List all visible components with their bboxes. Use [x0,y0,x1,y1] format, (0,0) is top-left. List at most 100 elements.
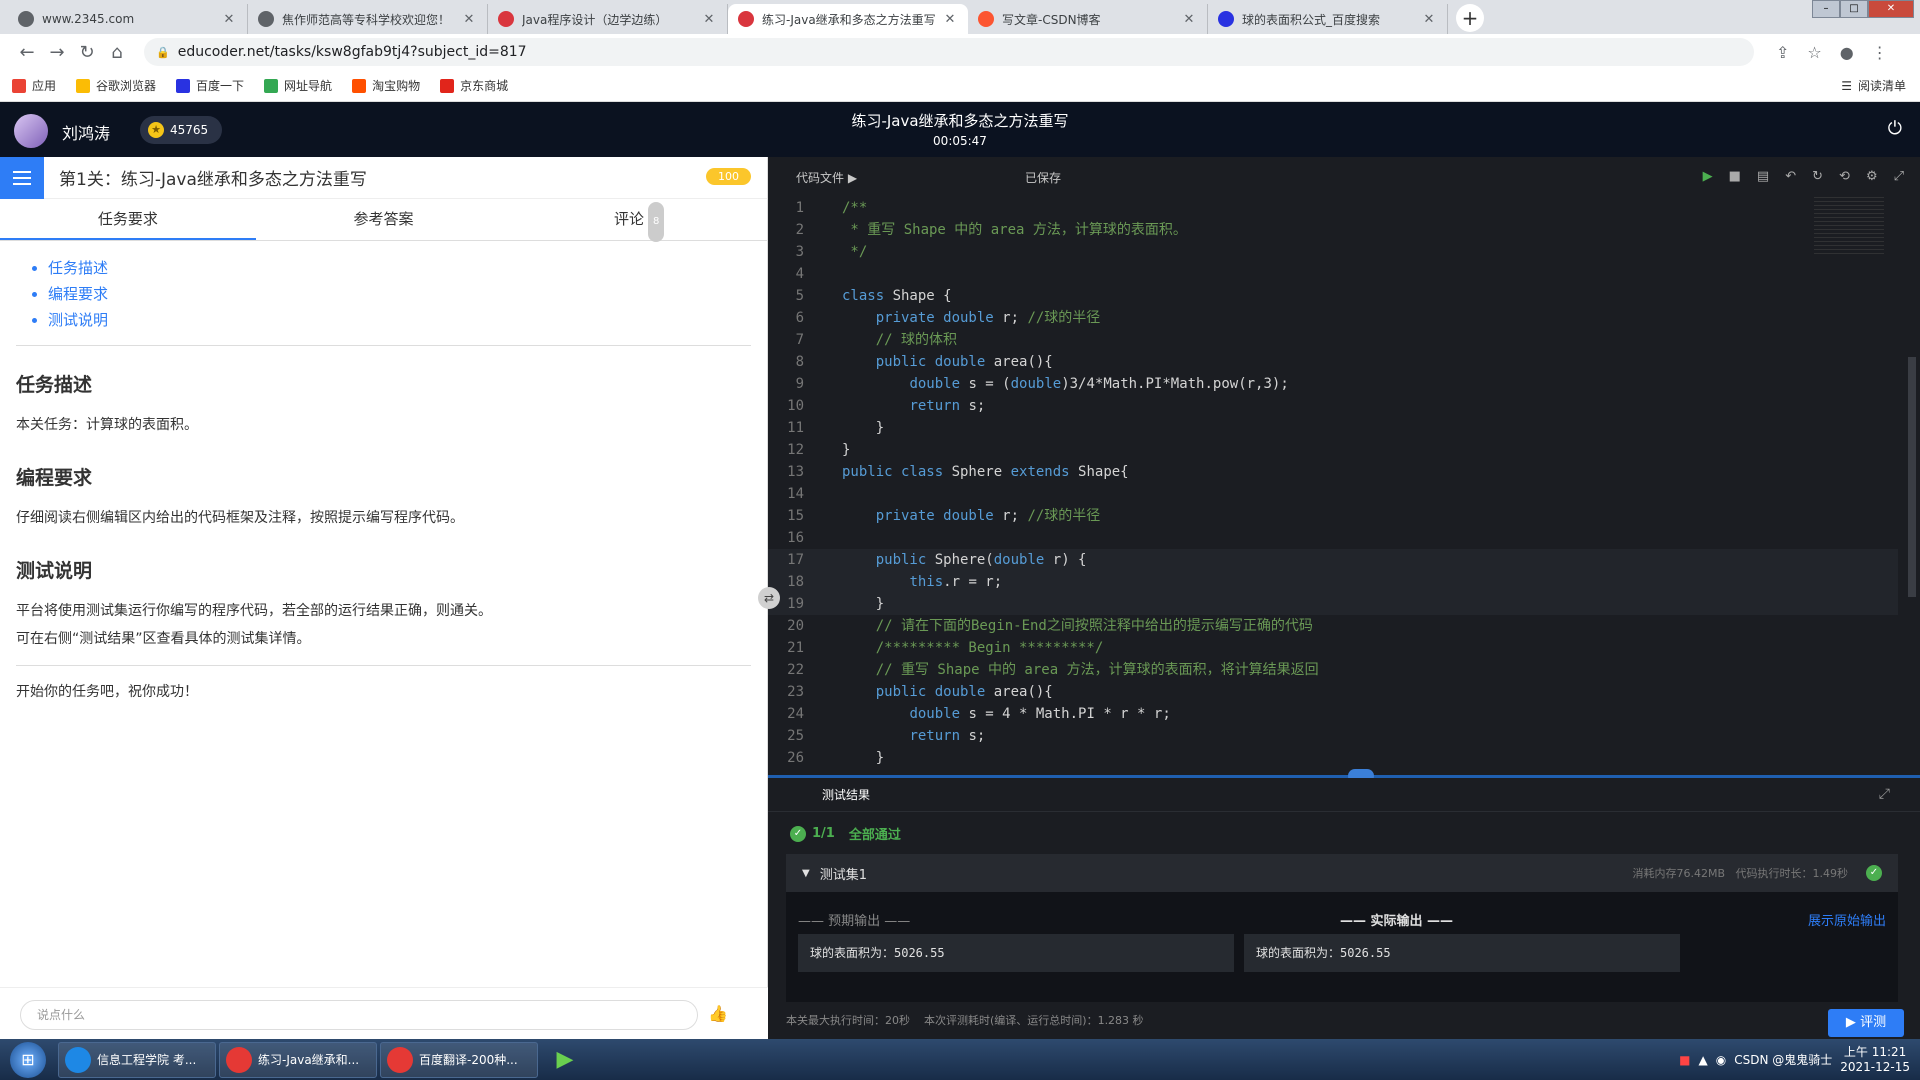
folder-icon[interactable]: ▤ [1757,169,1769,184]
tab-comments[interactable]: 评论 8 [511,199,767,242]
memory-usage: 消耗内存76.42MB [1632,867,1725,880]
hamburger-line [13,176,31,179]
educoder-icon [738,11,754,27]
code-token: double [909,376,969,392]
code-text: /** [814,197,867,219]
fullscreen-icon[interactable]: ⤢ [1894,169,1904,184]
forward-icon[interactable]: → [42,42,72,63]
code-token: return [909,398,969,414]
volume-icon[interactable]: ◉ [1716,1053,1726,1067]
comment-input[interactable]: 说点什么 [20,1000,698,1030]
closing-text: 开始你的任务吧，祝你成功！ [16,684,198,700]
code-token: } [842,420,885,436]
bookmark-item[interactable]: 应用 [12,77,56,94]
menu-button[interactable] [0,156,44,199]
refresh-icon[interactable]: ↻ [1812,169,1823,184]
tab-task[interactable]: 任务要求 [0,199,256,240]
code-minimap[interactable] [1814,197,1884,257]
swap-panels-icon[interactable]: ⇄ [758,587,780,609]
close-tab-icon[interactable]: ✕ [221,12,237,27]
code-line: 15 private double r; //球的半径 [768,505,1898,527]
code-token: area(){ [993,684,1053,700]
bookmark-item[interactable]: 京东商城 [440,77,508,94]
power-icon[interactable]: ⏻ [1888,118,1902,139]
reading-list-icon: ☰ [1841,78,1852,93]
reading-list[interactable]: ☰ 阅读清单 [1841,77,1906,94]
show-raw-output-link[interactable]: 展示原始输出 [1808,910,1886,929]
undo-icon[interactable]: ↶ [1785,169,1796,184]
menu-dots-icon[interactable]: ⋮ [1872,43,1888,62]
reload-icon[interactable]: ↻ [72,42,102,63]
line-number: 20 [787,618,804,634]
code-line: 16 [768,527,1898,549]
close-window-button[interactable]: ✕ [1868,0,1914,18]
thumbs-up-icon[interactable]: 👍 [708,1004,728,1023]
bookmark-item[interactable]: 淘宝购物 [352,77,420,94]
app-header: 刘鸿涛 ★ 45765 练习-Java继承和多态之方法重写 00:05:47 ⏻ [0,102,1920,157]
new-tab-button[interactable]: + [1456,4,1484,32]
bookmark-item[interactable]: 网址导航 [264,77,332,94]
code-line: 4 [768,263,1898,285]
code-text: this.r = r; [814,571,1002,593]
code-text: public double area(){ [814,681,1053,703]
toc-link[interactable]: 编程要求 [48,281,751,307]
browser-tab[interactable]: 焦作师范高等专科学校欢迎您！ ✕ [248,4,488,34]
settings-gear-icon[interactable]: ⚙ [1866,169,1878,184]
close-tab-icon[interactable]: ✕ [942,12,958,27]
tab-list: www.2345.com ✕ 焦作师范高等专科学校欢迎您！ ✕ Java程序设计（边学边… [8,0,1448,34]
home-icon[interactable]: ⌂ [102,42,132,63]
taskbar-item[interactable]: 练习-Java继承和... [219,1041,377,1078]
expand-icon[interactable]: ⤢ [1879,786,1890,802]
browser-tab[interactable]: 练习-Java继承和多态之方法重写 ✕ [728,4,968,34]
network-icon[interactable]: ▲ [1699,1053,1708,1067]
stop-icon[interactable]: ■ [1729,169,1741,184]
code-text: double s = (double)3/4*Math.PI*Math.pow(… [814,373,1289,395]
editor-scrollbar[interactable] [1908,357,1916,597]
url-bar[interactable]: 🔒 educoder.net/tasks/ksw8gfab9tj4?subjec… [144,38,1754,66]
code-token: )3/4*Math.PI*Math.pow(r,3); [1061,376,1289,392]
minimize-button[interactable]: – [1812,0,1840,18]
code-area[interactable]: 1/** 2 * 重写 Shape 中的 area 方法，计算球的表面积。 3 */… [768,197,1898,771]
close-tab-icon[interactable]: ✕ [1421,12,1437,27]
code-text: return s; [814,725,985,747]
close-tab-icon[interactable]: ✕ [701,12,717,27]
taskbar-item[interactable]: 信息工程学院 考... [58,1041,216,1078]
browser-tab[interactable]: Java程序设计（边学边练） ✕ [488,4,728,34]
evaluate-label: 评测 [1860,1015,1887,1030]
line-number: 5 [795,288,804,304]
bookmark-favicon-icon [176,78,191,93]
browser-tab-title: 写文章-CSDN博客 [1002,12,1101,27]
file-tab[interactable]: 代码文件 ▶ [796,169,857,186]
maximize-button[interactable]: □ [1840,0,1868,18]
result-tab[interactable]: 测试结果 [768,778,1920,812]
clock[interactable]: 上午 11:21 2021-12-15 [1840,1045,1910,1075]
close-tab-icon[interactable]: ✕ [1181,12,1197,27]
browser-tab[interactable]: www.2345.com ✕ [8,4,248,34]
back-icon[interactable]: ← [12,42,42,63]
tab-answer[interactable]: 参考答案 [256,199,512,240]
profile-icon[interactable]: ● [1840,43,1854,62]
os-taskbar: ⊞ 信息工程学院 考... 练习-Java继承和... 百度翻译-200种... ▶… [0,1039,1920,1080]
bookmark-item[interactable]: 谷歌浏览器 [76,77,156,94]
toc-link[interactable]: 测试说明 [48,307,751,333]
start-button[interactable]: ⊞ [10,1041,46,1078]
close-tab-icon[interactable]: ✕ [461,12,477,27]
collapse-caret-icon[interactable]: ▼ [802,868,810,879]
tray-app-icon[interactable]: ■ [1679,1053,1690,1067]
history-icon[interactable]: ⟲ [1839,169,1850,184]
output-compare: —— 预期输出 —— —— 实际输出 —— 展示原始输出 球的表面积为：5026… [786,892,1898,1002]
media-player-icon[interactable]: ▶ [541,1042,589,1078]
browser-tab[interactable]: 球的表面积公式_百度搜索 ✕ [1208,4,1448,34]
run-icon[interactable]: ▶ [1703,169,1713,184]
browser-tab[interactable]: 写文章-CSDN博客 ✕ [968,4,1208,34]
bookmark-star-icon[interactable]: ☆ [1807,43,1821,62]
bookmark-item[interactable]: 百度一下 [176,77,244,94]
test-set-row[interactable]: ▼ 测试集1 消耗内存76.42MB 代码执行时长：1.49秒 ✓ [786,854,1898,892]
taskbar-item[interactable]: 百度翻译-200种... [380,1041,538,1078]
share-icon[interactable]: ⇪ [1776,43,1789,62]
toc-link[interactable]: 任务描述 [48,255,751,281]
evaluate-button[interactable]: ▶ 评测 [1828,1009,1904,1037]
saved-status: 已保存 [1025,170,1062,185]
